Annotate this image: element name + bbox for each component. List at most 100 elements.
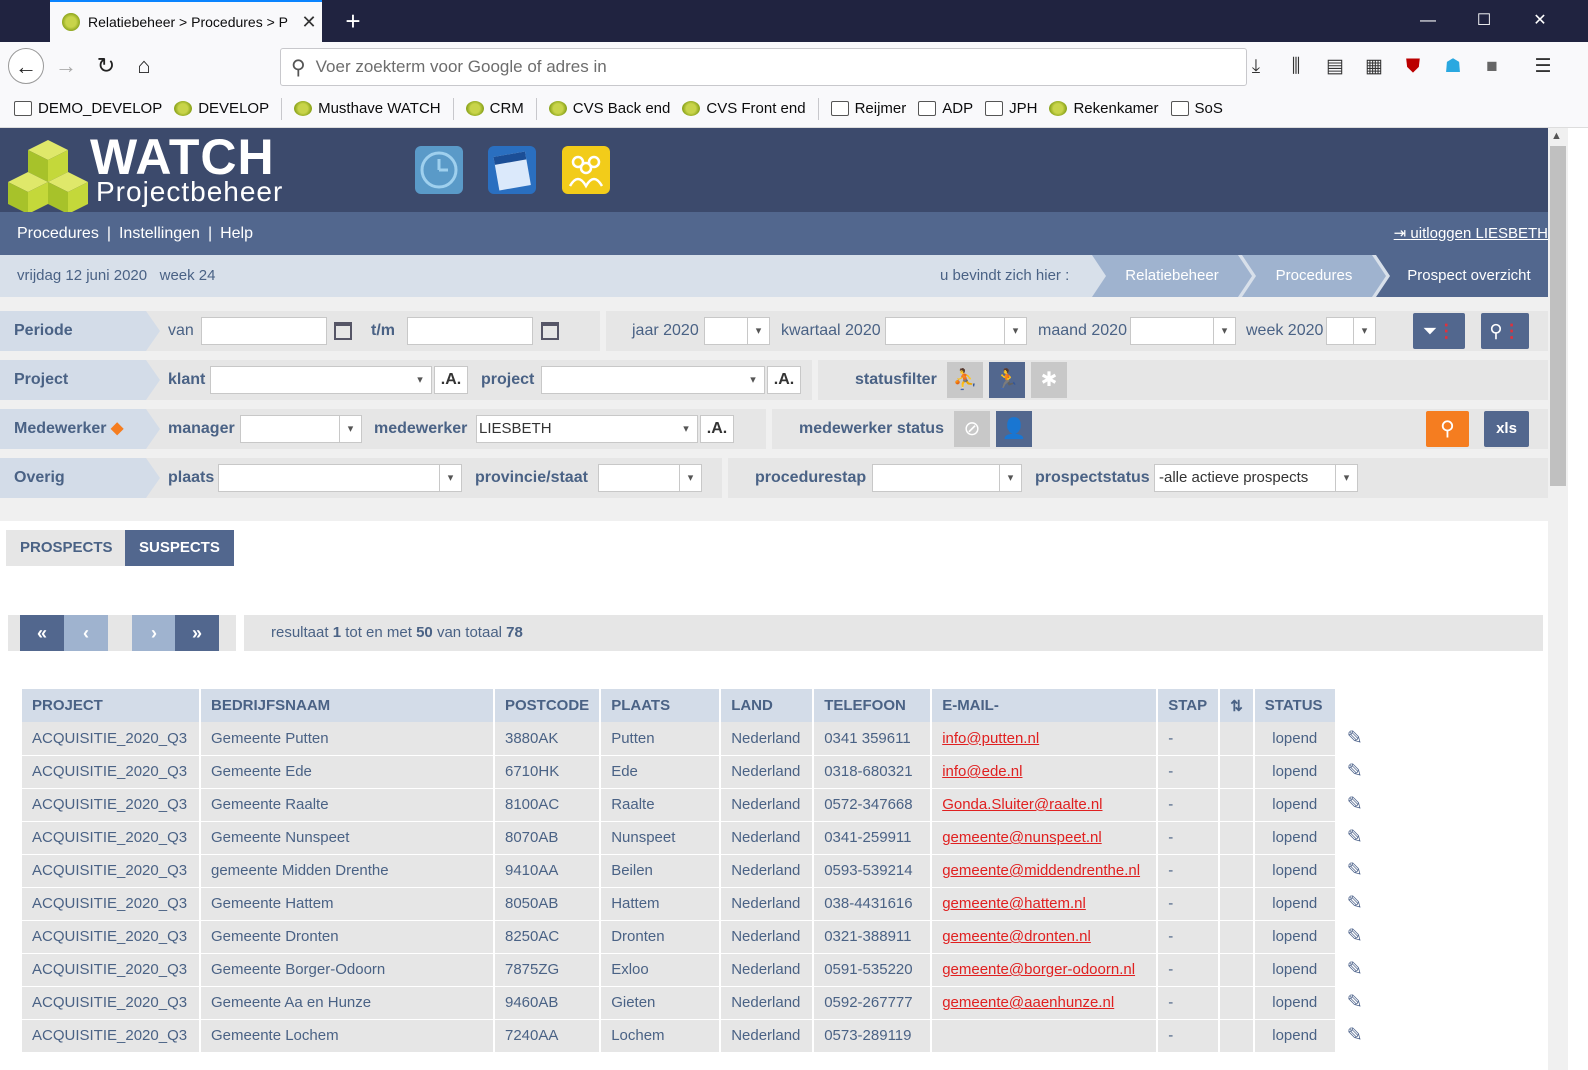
table-row[interactable]: ACQUISITIE_2020_Q3 Gemeente Dronten 8250AC… [22,920,1376,954]
search-filter-button[interactable]: ⚲⋮ [1481,313,1529,349]
breadcrumb-procedures[interactable]: Procedures [1242,255,1386,297]
table-row[interactable]: ACQUISITIE_2020_Q3 Gemeente Nunspeet 8070A… [22,821,1376,855]
col-telefoon[interactable]: TELEFOON [813,689,933,722]
next-page-icon[interactable]: › [132,615,176,651]
table-row[interactable]: ACQUISITIE_2020_Q3 gemeente Midden Drenth… [22,854,1376,888]
prev-page-icon[interactable]: ‹ [64,615,108,651]
table-row[interactable]: ACQUISITIE_2020_Q3 Gemeente Aa en Hunze 94… [22,986,1376,1020]
table-row[interactable]: ACQUISITIE_2020_Q3 Gemeente Raalte 8100AC R… [22,788,1376,822]
kwartaal-select[interactable]: ▾ [885,317,1027,345]
menu-item-help[interactable]: Help [220,225,253,243]
jaar-select[interactable]: ▾ [704,317,770,345]
reload-icon[interactable]: ↻ [88,48,124,84]
procedurestap-select[interactable]: ▾ [872,464,1022,492]
table-row[interactable]: ACQUISITIE_2020_Q3 Gemeente Hattem 8050AB H… [22,887,1376,921]
van-date-input[interactable] [201,317,327,345]
email-link[interactable]: info@putten.nl [942,730,1039,747]
sidebar-icon[interactable]: ▤ [1322,54,1348,80]
logout-link[interactable]: ⇥ uitloggen LIESBETH [1394,212,1548,255]
menu-item-instellingen[interactable]: Instellingen [119,225,200,243]
search-button[interactable]: ⚲ [1426,411,1469,447]
url-bar[interactable]: ⚲ Voer zoekterm voor Google of adres in [280,48,1247,86]
browser-tab[interactable]: Relatiebeheer > Procedures > P ✕ [50,0,322,42]
edit-button[interactable]: ✎ [1335,755,1376,788]
back-icon[interactable]: ← [8,48,44,84]
medewerker-autocomplete-button[interactable]: .A. [700,415,734,443]
extension-icon[interactable]: ■ [1479,54,1505,80]
qr-icon[interactable]: ▦ [1361,54,1387,80]
breadcrumb-relatiebeheer[interactable]: Relatiebeheer [1092,255,1252,297]
project-autocomplete-button[interactable]: .A. [767,366,801,394]
eraser-icon[interactable]: ◆ [111,420,123,437]
email-link[interactable]: gemeente@middendrenthe.nl [942,862,1140,879]
email-link[interactable]: gemeente@hattem.nl [942,895,1086,912]
tm-date-input[interactable] [407,317,533,345]
forward-icon[interactable]: → [48,48,84,84]
calendar-app-icon[interactable] [488,146,536,194]
table-row[interactable]: ACQUISITIE_2020_Q3 Gemeente Lochem 7240AA L… [22,1019,1376,1053]
bookmark-jph[interactable]: JPH [985,100,1037,117]
tab-prospects[interactable]: PROSPECTS [6,530,127,566]
status-inactive-icon[interactable]: ⛹ [947,362,983,398]
ghostery-icon[interactable]: ☗ [1440,54,1466,80]
menu-icon[interactable]: ☰ [1530,54,1556,80]
sort-icon[interactable]: ⇅ [1219,689,1255,722]
bookmark-cvs-back-end[interactable]: CVS Back end [548,100,670,117]
calendar-icon[interactable] [334,322,352,340]
col-land[interactable]: LAND [720,689,815,722]
first-page-icon[interactable]: « [20,615,64,651]
maximize-icon[interactable]: ☐ [1456,0,1512,42]
col-status[interactable]: STATUS [1253,689,1337,722]
bookmark-musthave-watch[interactable]: Musthave WATCH [294,100,441,117]
table-row[interactable]: ACQUISITIE_2020_Q3 Gemeente Putten 3880AK P… [22,722,1376,756]
project-select[interactable]: ▾ [541,366,765,394]
col-plaats[interactable]: PLAATS [600,689,722,722]
filter-button[interactable]: ⏷⋮ [1413,313,1465,349]
medewerker-select[interactable]: LIESBETH ▾ [476,415,698,443]
col-project[interactable]: PROJECT [22,689,201,722]
bookmark-rekenkamer[interactable]: Rekenkamer [1049,100,1159,117]
bookmark-crm[interactable]: CRM [465,100,524,117]
users-app-icon[interactable] [562,146,610,194]
library-icon[interactable]: ⫼ [1283,54,1309,80]
edit-button[interactable]: ✎ [1335,788,1376,821]
user-inactive-icon[interactable]: ⊘ [954,411,990,447]
provincie-select[interactable]: ▾ [598,464,702,492]
download-icon[interactable]: ⤓ [1243,54,1269,80]
edit-button[interactable]: ✎ [1335,854,1376,887]
user-active-icon[interactable]: 👤 [996,411,1032,447]
bookmark-demo-develop[interactable]: DEMO_DEVELOP [14,100,162,117]
col-bedrijfsnaam[interactable]: BEDRIJFSNAAM [200,689,495,722]
col-postcode[interactable]: POSTCODE [494,689,602,722]
bookmark-reijmer[interactable]: Reijmer [830,100,906,117]
clock-app-icon[interactable] [415,146,463,194]
edit-button[interactable]: ✎ [1335,722,1376,755]
email-link[interactable]: gemeente@aaenhunze.nl [942,994,1114,1011]
close-tab-icon[interactable]: ✕ [296,12,322,33]
manager-select[interactable]: ▾ [240,415,362,443]
calendar-icon[interactable] [541,322,559,340]
prospectstatus-select[interactable]: -alle actieve prospects ▾ [1154,464,1358,492]
status-finished-icon[interactable]: ✱ [1031,362,1067,398]
menu-item-procedures[interactable]: Procedures [17,225,99,243]
edit-button[interactable]: ✎ [1335,986,1376,1019]
bookmark-develop[interactable]: DEVELOP [174,100,269,117]
week-select[interactable]: ▾ [1326,317,1376,345]
edit-button[interactable]: ✎ [1335,1019,1376,1052]
minimize-icon[interactable]: — [1400,0,1456,42]
new-tab-icon[interactable]: + [336,4,370,38]
maand-select[interactable]: ▾ [1130,317,1236,345]
status-running-icon[interactable]: 🏃 [989,362,1025,398]
home-icon[interactable]: ⌂ [126,48,162,84]
last-page-icon[interactable]: » [175,615,219,651]
scroll-up-icon[interactable]: ▲ [1551,130,1562,142]
email-link[interactable]: Gonda.Sluiter@raalte.nl [942,796,1102,813]
bookmark-cvs-front-end[interactable]: CVS Front end [682,100,806,117]
close-window-icon[interactable]: ✕ [1512,0,1568,42]
edit-button[interactable]: ✎ [1335,887,1376,920]
xls-export-button[interactable]: xls [1484,411,1529,447]
scrollbar-thumb[interactable] [1550,146,1566,486]
email-link[interactable]: gemeente@nunspeet.nl [942,829,1102,846]
email-link[interactable]: gemeente@dronten.nl [942,928,1091,945]
edit-button[interactable]: ✎ [1335,821,1376,854]
